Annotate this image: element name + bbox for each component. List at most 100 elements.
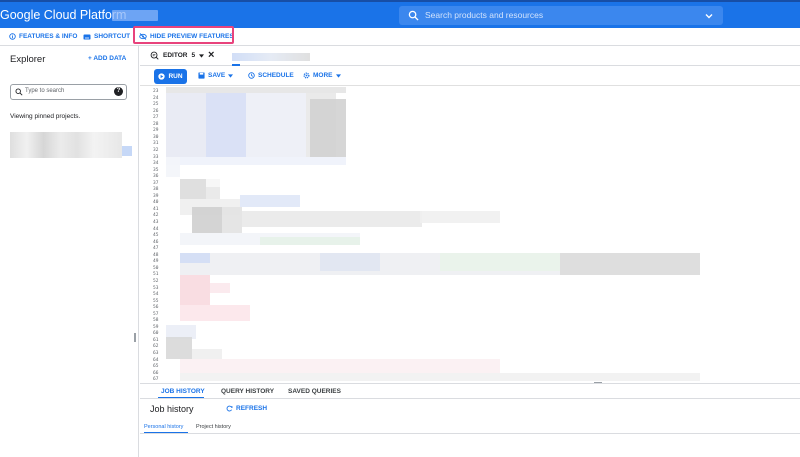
line-number: 50 [153,265,159,271]
line-number: 44 [153,226,159,232]
pinned-projects-text: Viewing pinned projects. [10,113,81,120]
line-number: 54 [153,292,159,298]
line-number: 37 [153,180,159,186]
redacted-code-block [222,207,242,233]
line-number: 28 [153,121,159,127]
explorer-panel: Explorer + ADD DATA Type to search ? Vie… [0,46,139,457]
sub-toolbar: FEATURES & INFO SHORTCUT HIDE PREVIEW FE… [0,28,800,46]
redacted-code-block [180,359,500,373]
redacted-code-block [210,283,230,293]
line-number: 35 [153,167,159,173]
redacted-code-block [242,211,422,227]
line-number: 55 [153,298,159,304]
search-icon [15,88,23,96]
line-number: 27 [153,115,159,121]
redacted-code-block [240,195,300,207]
redacted-code-block [320,253,380,271]
refresh-button[interactable]: REFRESH [226,405,267,412]
tab-personal-history[interactable]: Personal history [144,424,183,430]
line-number: 65 [153,364,159,370]
line-number: 26 [153,108,159,114]
line-number: 42 [153,213,159,219]
line-number: 45 [153,233,159,239]
features-info-button[interactable]: FEATURES & INFO [9,33,77,40]
tab-saved-queries[interactable]: SAVED QUERIES [288,388,341,395]
brand-title[interactable]: Google Cloud Platform [0,8,126,22]
refresh-icon [226,405,233,412]
line-number: 51 [153,272,159,278]
close-icon[interactable]: × [208,50,214,61]
save-button[interactable]: SAVE [198,72,234,79]
line-number: 66 [153,370,159,376]
line-number: 56 [153,305,159,311]
sql-editor[interactable]: 23 24 25 26 27 28 29 30 31 32 33 34 35 36 37 38 39 40 41 42… [140,87,800,383]
redacted-code-block [180,179,206,199]
info-icon [9,33,16,40]
tab-query-name[interactable] [232,53,310,61]
line-number: 31 [153,141,159,147]
divider [140,398,800,399]
search-icon [408,10,419,21]
run-button[interactable]: RUN [154,69,187,84]
line-number: 62 [153,344,159,350]
line-number: 49 [153,259,159,265]
explorer-search-placeholder: Type to search [25,88,65,94]
line-number: 60 [153,331,159,337]
shortcut-button[interactable]: SHORTCUT [83,33,130,40]
gear-icon [303,72,310,79]
project-selector[interactable] [112,10,158,21]
line-number: 25 [153,102,159,108]
line-number: 36 [153,174,159,180]
explorer-search-input[interactable]: Type to search ? [10,84,127,100]
play-icon [158,73,166,80]
tab-job-history[interactable]: JOB HISTORY [161,388,205,395]
line-number: 59 [153,324,159,330]
panel-resize-handle[interactable] [134,333,136,342]
line-number: 33 [153,154,159,160]
add-data-button[interactable]: + ADD DATA [88,55,126,62]
line-number: 30 [153,134,159,140]
redacted-code-block [166,93,206,157]
more-button[interactable]: MORE [303,72,341,79]
pinned-project-item[interactable] [10,132,122,158]
tab-editor-label: EDITOR [163,52,188,59]
line-number: 23 [153,89,159,94]
tab-query-history[interactable]: QUERY HISTORY [221,388,274,395]
caret-down-icon [228,73,234,78]
line-number: 38 [153,187,159,193]
redacted-code-block [180,305,250,321]
line-number: 32 [153,147,159,153]
redacted-code-block [440,253,560,271]
redacted-code-block [206,93,246,157]
tab-project-history[interactable]: Project history [196,424,231,430]
redacted-code-block [206,187,220,199]
redacted-code-block [166,157,346,165]
line-number: 63 [153,351,159,356]
line-number: 29 [153,128,159,134]
redacted-code-block [166,157,180,177]
caret-down-icon [335,73,341,78]
redacted-code-block [560,253,700,275]
line-number: 58 [153,318,159,324]
results-panel: JOB HISTORY QUERY HISTORY SAVED QUERIES … [140,383,800,457]
save-icon [198,72,205,79]
tab-editor[interactable]: EDITOR 5 [150,51,205,60]
redacted-code-block [310,99,346,157]
line-number: 48 [153,252,159,258]
line-number: 52 [153,278,159,284]
line-number: 57 [153,311,159,317]
query-icon [150,51,159,60]
schedule-button[interactable]: SCHEDULE [248,72,294,79]
help-icon[interactable]: ? [114,87,123,96]
line-number: 53 [153,285,159,291]
caret-down-icon[interactable] [199,53,205,58]
explorer-title: Explorer [10,54,46,65]
chevron-down-icon[interactable] [704,11,714,21]
redacted-code-block [260,237,360,245]
line-number-gutter: 23 24 25 26 27 28 29 30 31 32 33 34 35 36 37 38 39 40 41 42… [140,87,164,383]
top-app-bar: Google Cloud Platform Search products an… [0,0,800,28]
line-number: 43 [153,220,159,225]
pinned-project-action[interactable] [122,146,132,156]
redacted-code-block [192,207,222,233]
global-search-input[interactable]: Search products and resources [399,6,723,25]
